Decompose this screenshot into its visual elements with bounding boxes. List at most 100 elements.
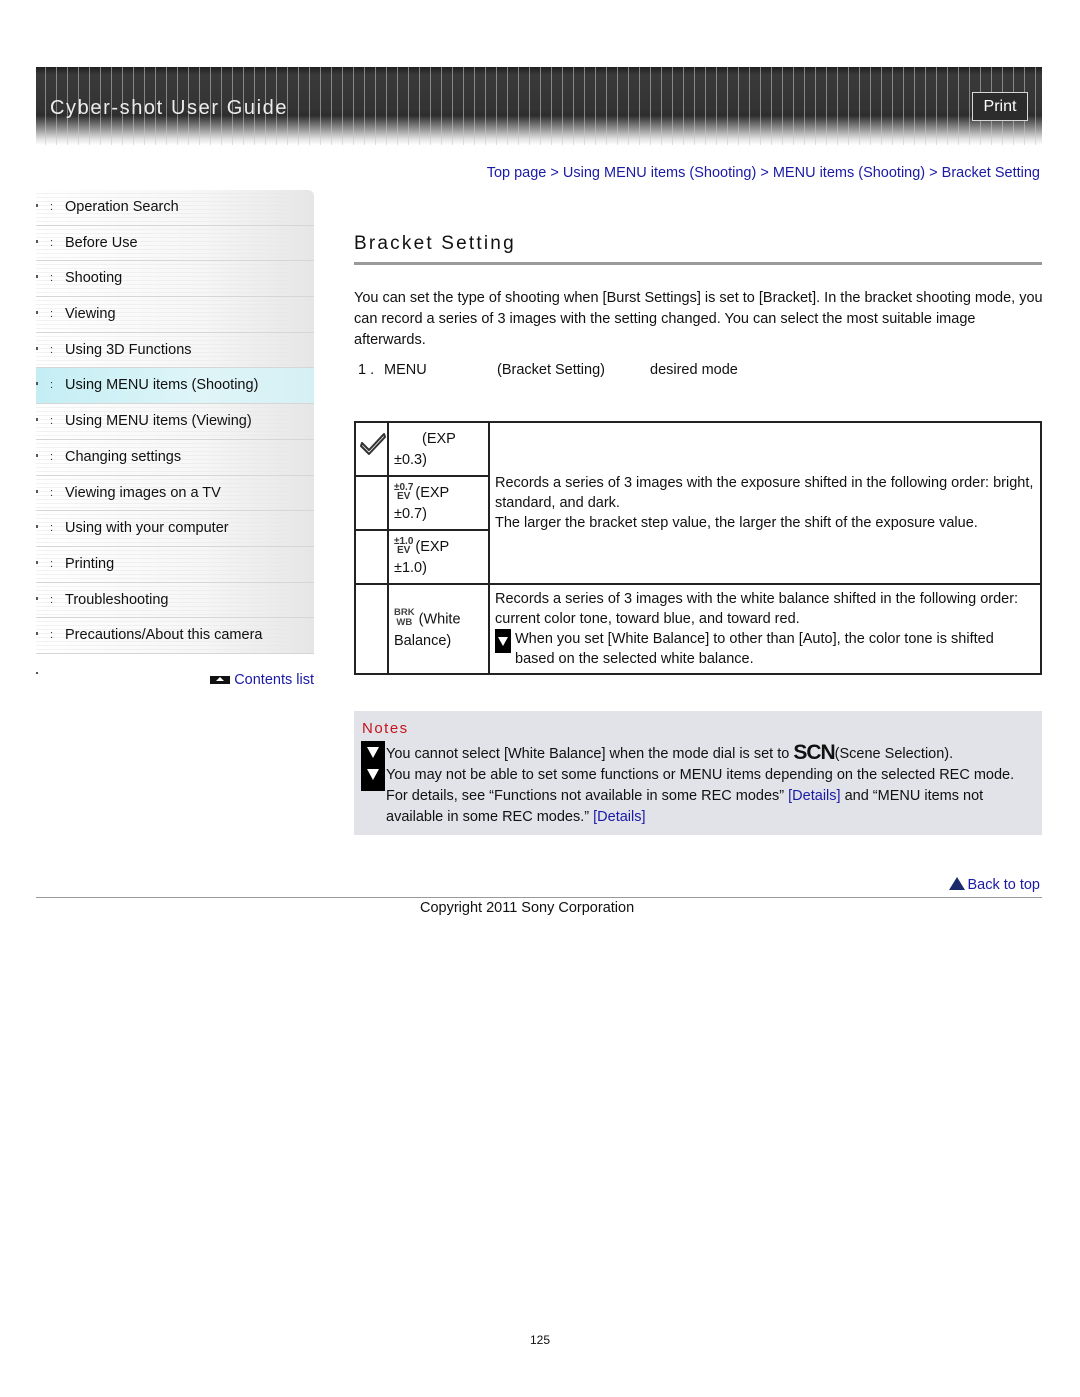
sidebar-item-using-with-computer[interactable]: : Using with your computer <box>36 511 314 547</box>
bullet-icon: : <box>50 522 54 535</box>
sidebar-item-changing-settings[interactable]: : Changing settings <box>36 439 314 476</box>
sidebar-item-viewing-on-tv[interactable]: : Viewing images on a TV <box>36 475 314 512</box>
breadcrumb-using-menu-shooting[interactable]: Using MENU items (Shooting) <box>563 165 756 181</box>
mode-cell: (EXP ±0.3) <box>387 421 490 477</box>
tick-mark <box>36 239 38 243</box>
note-arrow-icon <box>367 747 379 758</box>
sidebar-item-before-use[interactable]: : Before Use <box>36 225 314 262</box>
tick-mark <box>36 525 38 529</box>
bullet-icon: : <box>50 379 54 392</box>
white-balance-description-cell: Records a series of 3 images with the wh… <box>488 583 1042 675</box>
decorative-dot <box>36 672 38 674</box>
sidebar-item-label: Printing <box>65 555 115 572</box>
breadcrumb-top-page[interactable]: Top page <box>487 165 547 181</box>
sidebar-item-printing[interactable]: : Printing <box>36 546 314 583</box>
sidebar-item-using-3d-functions[interactable]: : Using 3D Functions <box>36 332 314 369</box>
details-link-menu-items[interactable]: [Details] <box>593 809 645 825</box>
note-arrow-icon <box>495 629 511 653</box>
breadcrumb-separator: > <box>929 165 942 181</box>
exposure-description-cell: Records a series of 3 images with the ex… <box>488 421 1042 585</box>
tick-mark <box>36 596 38 600</box>
sidebar-item-troubleshooting[interactable]: : Troubleshooting <box>36 582 314 619</box>
bullet-icon: : <box>50 236 54 249</box>
sidebar-item-label: Changing settings <box>65 448 182 465</box>
bullet-icon: : <box>50 629 54 642</box>
tick-mark <box>36 560 38 564</box>
exposure-description: Records a series of 3 images with the ex… <box>495 475 1034 511</box>
white-balance-note-text: When you set [White Balance] to other th… <box>515 631 994 667</box>
up-arrow-icon <box>949 877 966 890</box>
brk-wb-icon: BRK WB <box>394 607 415 628</box>
notes-body: You cannot select [White Balance] when t… <box>386 742 1038 828</box>
sidebar-item-shooting[interactable]: : Shooting <box>36 261 314 298</box>
guide-title: Cyber-shot User Guide <box>50 97 289 119</box>
step-menu: MENU <box>384 362 427 378</box>
sidebar-item-label: Viewing images on a TV <box>65 484 221 501</box>
contents-list-icon <box>210 676 231 685</box>
sidebar-item-label: Operation Search <box>65 199 179 215</box>
breadcrumb: Top page > Using MENU items (Shooting) >… <box>487 165 1040 181</box>
step-number: 1 . <box>358 362 375 378</box>
contents-list-link[interactable]: Contents list <box>210 672 314 688</box>
bullet-icon: : <box>50 415 54 428</box>
selected-indicator-cell <box>354 529 389 585</box>
white-balance-note: When you set [White Balance] to other th… <box>495 629 1036 669</box>
tick-mark <box>36 489 38 493</box>
mode-label: (EXP ±0.3) <box>394 431 456 468</box>
check-icon <box>360 433 386 455</box>
title-divider <box>354 262 1042 265</box>
tick-mark <box>36 418 38 422</box>
ev-0.7-icon: ±0.7 EV <box>394 482 414 502</box>
sidebar-item-viewing[interactable]: : Viewing <box>36 297 314 333</box>
sidebar-item-using-menu-viewing[interactable]: : Using MENU items (Viewing) <box>36 404 314 440</box>
bullet-icon: : <box>50 557 54 570</box>
sidebar-item-label: Precautions/About this camera <box>65 627 263 644</box>
table-row: BRK WB (White Balance) Records a series o… <box>354 583 1042 675</box>
sidebar-item-label: Using 3D Functions <box>65 341 192 358</box>
sidebar-item-using-menu-shooting[interactable]: : Using MENU items (Shooting) <box>36 368 314 405</box>
tick-mark <box>36 311 38 315</box>
sidebar-item-operation-search[interactable]: : Operation Search <box>36 190 314 226</box>
details-link-functions[interactable]: [Details] <box>788 788 840 804</box>
footer-divider <box>36 897 1042 898</box>
sidebar-item-label: Viewing <box>65 306 116 323</box>
mode-cell: ±1.0 EV (EXP ±1.0) <box>387 529 490 585</box>
tick-mark <box>36 204 38 207</box>
white-balance-description: Records a series of 3 images with the wh… <box>495 591 1019 627</box>
exposure-step-note: The larger the bracket step value, the l… <box>495 515 978 531</box>
breadcrumb-separator: > <box>550 165 563 181</box>
tick-mark <box>36 346 38 350</box>
sidebar-item-label: Troubleshooting <box>65 591 169 608</box>
note-text: You cannot select [White Balance] when t… <box>386 746 794 762</box>
note-item: You cannot select [White Balance] when t… <box>386 742 1038 765</box>
sidebar-nav: : Operation Search : Before Use : Shooting … <box>36 190 314 688</box>
sidebar-item-label: Shooting <box>65 270 123 287</box>
step-target: desired mode <box>650 362 738 378</box>
ev-1.0-icon: ±1.0 EV <box>394 536 414 556</box>
bracket-modes-table: (EXP ±0.3) Records a series of 3 images … <box>354 421 1042 675</box>
tick-mark <box>36 275 38 279</box>
header-banner: Cyber-shot User Guide Print <box>36 67 1042 145</box>
note-text: (Scene Selection). <box>834 746 954 762</box>
step-setting: (Bracket Setting) <box>497 362 605 378</box>
mode-cell: BRK WB (White Balance) <box>387 583 490 675</box>
sidebar-item-label: Using MENU items (Viewing) <box>65 413 252 430</box>
intro-paragraph: You can set the type of shooting when [B… <box>354 290 1043 348</box>
bullet-icon: : <box>50 201 54 213</box>
back-to-top-link[interactable]: Back to top <box>949 877 1040 893</box>
tick-mark <box>36 382 38 386</box>
table-row: (EXP ±0.3) Records a series of 3 images … <box>354 421 1042 585</box>
note-item: You may not be able to set some function… <box>386 765 1038 828</box>
tick-mark <box>36 453 38 457</box>
scn-mode-icon: SCN <box>793 741 835 764</box>
bullet-icon: : <box>50 486 54 499</box>
notes-arrow-icons <box>361 741 385 791</box>
breadcrumb-bracket-setting[interactable]: Bracket Setting <box>942 165 1040 181</box>
selected-indicator-cell <box>354 583 389 675</box>
tick-mark <box>36 632 38 636</box>
breadcrumb-separator: > <box>760 165 773 181</box>
breadcrumb-menu-items-shooting[interactable]: MENU items (Shooting) <box>773 165 925 181</box>
print-button[interactable]: Print <box>972 92 1028 121</box>
mode-cell: ±0.7 EV (EXP ±0.7) <box>387 475 490 531</box>
sidebar-item-precautions[interactable]: : Precautions/About this camera <box>36 618 314 654</box>
